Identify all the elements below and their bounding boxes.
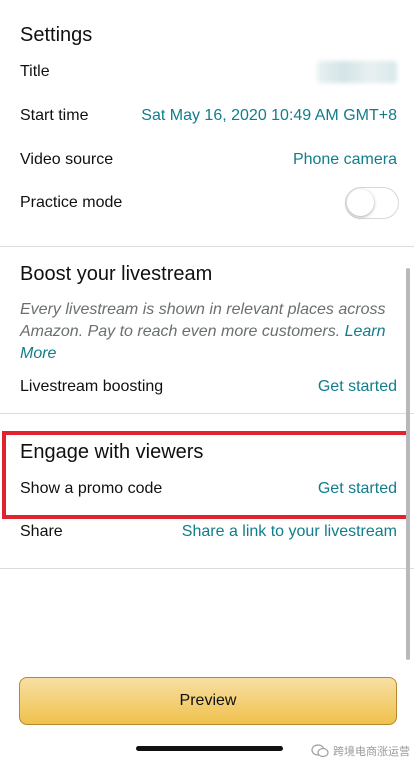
boost-heading: Boost your livestream (20, 263, 213, 285)
share-label: Share (20, 523, 63, 540)
livestream-boosting-label: Livestream boosting (20, 378, 164, 395)
preview-button-label: Preview (179, 692, 237, 709)
start-time-value[interactable]: Sat May 16, 2020 10:49 AM GMT+8 (141, 107, 397, 125)
toggle-knob (347, 189, 374, 216)
watermark-text: 跨境电商涨运营 (333, 746, 410, 758)
boost-description-text: Every livestream is shown in relevant pl… (20, 301, 386, 340)
wechat-icon (311, 744, 329, 758)
video-source-value[interactable]: Phone camera (293, 151, 397, 169)
preview-button[interactable]: Preview (19, 677, 397, 725)
video-source-label: Video source (20, 151, 114, 168)
video-source-row[interactable]: Video source Phone camera (20, 148, 397, 172)
start-time-label: Start time (20, 107, 89, 124)
share-row[interactable]: Share Share a link to your livestream (20, 520, 397, 544)
title-label: Title (20, 63, 50, 80)
livestream-boosting-get-started[interactable]: Get started (318, 378, 397, 396)
share-link[interactable]: Share a link to your livestream (182, 523, 397, 541)
settings-heading: Settings (20, 24, 93, 46)
highlight-box (2, 431, 410, 519)
divider (0, 413, 414, 414)
watermark: 跨境电商涨运营 (311, 743, 410, 759)
practice-mode-toggle[interactable] (345, 187, 399, 219)
practice-mode-label: Practice mode (20, 194, 123, 211)
boost-description: Every livestream is shown in relevant pl… (20, 299, 400, 365)
title-row[interactable]: Title (20, 60, 397, 84)
divider (0, 568, 414, 569)
practice-mode-row: Practice mode (20, 187, 399, 219)
divider (0, 246, 414, 247)
start-time-row[interactable]: Start time Sat May 16, 2020 10:49 AM GMT… (20, 104, 397, 128)
livestream-boosting-row[interactable]: Livestream boosting Get started (20, 375, 397, 399)
scrollbar[interactable] (406, 268, 410, 660)
title-value-blurred (317, 61, 397, 83)
home-indicator (136, 746, 283, 751)
